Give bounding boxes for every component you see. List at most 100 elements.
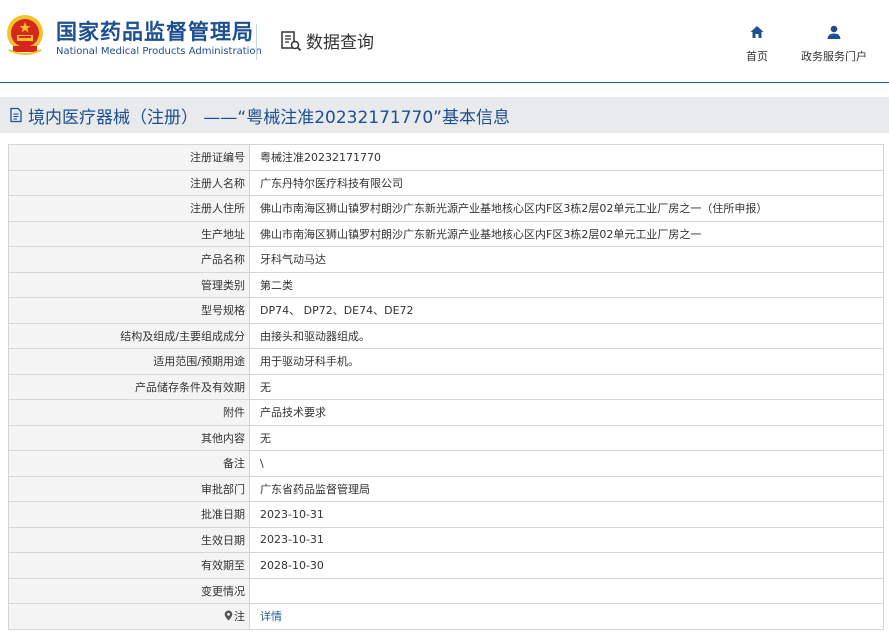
field-label: 审批部门 <box>8 475 250 502</box>
field-label-text: 适用范围/预期用途 <box>153 355 245 369</box>
field-value-text: 佛山市南海区狮山镇罗村朗沙广东新光源产业基地核心区内F区3栋2层02单元工业厂房… <box>260 202 768 216</box>
field-label: 型号规格 <box>8 297 250 324</box>
nav-home-label: 首页 <box>746 50 768 63</box>
nav-service-portal-label: 政务服务门户 <box>801 50 867 63</box>
field-value: 无 <box>249 373 884 400</box>
field-value-text: 第二类 <box>260 278 293 292</box>
field-label-text: 变更情况 <box>201 584 245 598</box>
field-label-text: 管理类别 <box>201 278 245 292</box>
header-divider <box>256 24 257 60</box>
table-row: 其他内容 无 <box>8 424 884 451</box>
field-label-text: 审批部门 <box>201 482 245 496</box>
table-row: 批准日期 2023-10-31 <box>8 501 884 528</box>
field-value-text: 粤械注准20232171770 <box>260 151 381 165</box>
field-value-text: 牙科气动马达 <box>260 253 326 267</box>
field-value-text: 佛山市南海区狮山镇罗村朗沙广东新光源产业基地核心区内F区3栋2层02单元工业厂房… <box>260 227 702 241</box>
field-value: 广东丹特尔医疗科技有限公司 <box>249 169 884 196</box>
field-label: 管理类别 <box>8 271 250 298</box>
table-row: 型号规格 DP74、 DP72、DE74、DE72 <box>8 297 884 324</box>
field-label-text: 批准日期 <box>201 508 245 522</box>
nav-service-portal[interactable]: 政务服务门户 <box>798 24 870 64</box>
device-info-table: 注册证编号 粤械注准20232171770 注册人名称 广东丹特尔医疗科技有限公司 注册… <box>8 144 884 630</box>
field-value: 无 <box>249 424 884 451</box>
table-row: 结构及组成/主要组成成分 由接头和驱动器组成。 <box>8 322 884 349</box>
field-value-text: 无 <box>260 380 271 394</box>
table-row: 有效期至 2028-10-30 <box>8 552 884 579</box>
field-value-text: 产品技术要求 <box>260 406 326 420</box>
document-icon <box>10 107 22 123</box>
field-label-text: 型号规格 <box>201 304 245 318</box>
table-row: 注册证编号 粤械注准20232171770 <box>8 144 884 171</box>
field-label-text: 其他内容 <box>201 431 245 445</box>
field-label: 备注 <box>8 450 250 477</box>
field-value-text: 用于驱动牙科手机。 <box>260 355 359 369</box>
field-value-text: DP74、 DP72、DE74、DE72 <box>260 304 414 318</box>
table-row: 管理类别 第二类 <box>8 271 884 298</box>
field-label-text: 备注 <box>223 457 245 471</box>
page-title-bar: 境内医疗器械（注册） ——“粤械注准20232171770”基本信息 <box>0 97 889 133</box>
table-row: 注册人名称 广东丹特尔医疗科技有限公司 <box>8 169 884 196</box>
table-row: 附件 产品技术要求 <box>8 399 884 426</box>
pin-icon <box>224 610 234 623</box>
field-value: \ <box>249 450 884 477</box>
field-label-text: 有效期至 <box>201 559 245 573</box>
field-label: 产品名称 <box>8 246 250 273</box>
field-value: 用于驱动牙科手机。 <box>249 348 884 375</box>
site-header: 国家药品监督管理局 National Medical Products Admi… <box>0 0 889 83</box>
field-label: 注册证编号 <box>8 144 250 171</box>
field-label: 有效期至 <box>8 552 250 579</box>
field-value-text: 无 <box>260 431 271 445</box>
brand-name-cn: 国家药品监督管理局 <box>56 20 254 44</box>
field-value: 佛山市南海区狮山镇罗村朗沙广东新光源产业基地核心区内F区3栋2层02单元工业厂房… <box>249 195 884 222</box>
field-label-text: 产品储存条件及有效期 <box>135 380 245 394</box>
data-query-link[interactable]: 数据查询 <box>280 28 374 53</box>
home-icon <box>750 26 764 38</box>
field-value: 第二类 <box>249 271 884 298</box>
field-value-text: \ <box>260 456 264 470</box>
nav-home[interactable]: 首页 <box>742 24 772 64</box>
table-row: 生效日期 2023-10-31 <box>8 526 884 553</box>
field-label: 注册人名称 <box>8 169 250 196</box>
field-label: 附件 <box>8 399 250 426</box>
field-value-text: 2023-10-31 <box>260 507 324 521</box>
field-label-text: 注册证编号 <box>190 151 245 165</box>
table-row: 适用范围/预期用途 用于驱动牙科手机。 <box>8 348 884 375</box>
details-link[interactable]: 详情 <box>260 610 282 623</box>
table-row: 产品储存条件及有效期 无 <box>8 373 884 400</box>
field-label-text: 结构及组成/主要组成成分 <box>120 329 245 343</box>
table-row: 注册人住所 佛山市南海区狮山镇罗村朗沙广东新光源产业基地核心区内F区3栋2层02单… <box>8 195 884 222</box>
field-label-text: 产品名称 <box>201 253 245 267</box>
field-label-text: 注册人住所 <box>190 202 245 216</box>
field-label-text: 注 <box>234 610 245 624</box>
national-emblem-icon <box>7 15 43 55</box>
data-query-label: 数据查询 <box>306 33 374 53</box>
field-label-text: 生产地址 <box>201 227 245 241</box>
field-value: 广东省药品监督管理局 <box>249 475 884 502</box>
table-row: 生产地址 佛山市南海区狮山镇罗村朗沙广东新光源产业基地核心区内F区3栋2层02单元… <box>8 220 884 247</box>
field-value-text: 广东省药品监督管理局 <box>260 482 370 496</box>
field-label: 产品储存条件及有效期 <box>8 373 250 400</box>
field-label-text: 注册人名称 <box>190 176 245 190</box>
field-value: 由接头和驱动器组成。 <box>249 322 884 349</box>
table-row: 产品名称 牙科气动马达 <box>8 246 884 273</box>
field-label: 注 <box>8 603 250 630</box>
field-value-text: 2023-10-31 <box>260 533 324 547</box>
field-value: 2028-10-30 <box>249 552 884 579</box>
field-label: 生产地址 <box>8 220 250 247</box>
field-label: 注册人住所 <box>8 195 250 222</box>
field-value-text: 由接头和驱动器组成。 <box>260 329 370 343</box>
field-value: 产品技术要求 <box>249 399 884 426</box>
field-value: DP74、 DP72、DE74、DE72 <box>249 297 884 324</box>
table-row: 备注 \ <box>8 450 884 477</box>
field-label-text: 附件 <box>223 406 245 420</box>
field-value <box>249 577 884 604</box>
field-label: 批准日期 <box>8 501 250 528</box>
field-value-text: 广东丹特尔医疗科技有限公司 <box>260 176 403 190</box>
field-label: 生效日期 <box>8 526 250 553</box>
field-value: 详情 <box>249 603 884 630</box>
field-value-text: 2028-10-30 <box>260 558 324 572</box>
page-title: 境内医疗器械（注册） ——“粤械注准20232171770”基本信息 <box>28 107 510 128</box>
field-label: 结构及组成/主要组成成分 <box>8 322 250 349</box>
field-value: 佛山市南海区狮山镇罗村朗沙广东新光源产业基地核心区内F区3栋2层02单元工业厂房… <box>249 220 884 247</box>
field-label: 适用范围/预期用途 <box>8 348 250 375</box>
